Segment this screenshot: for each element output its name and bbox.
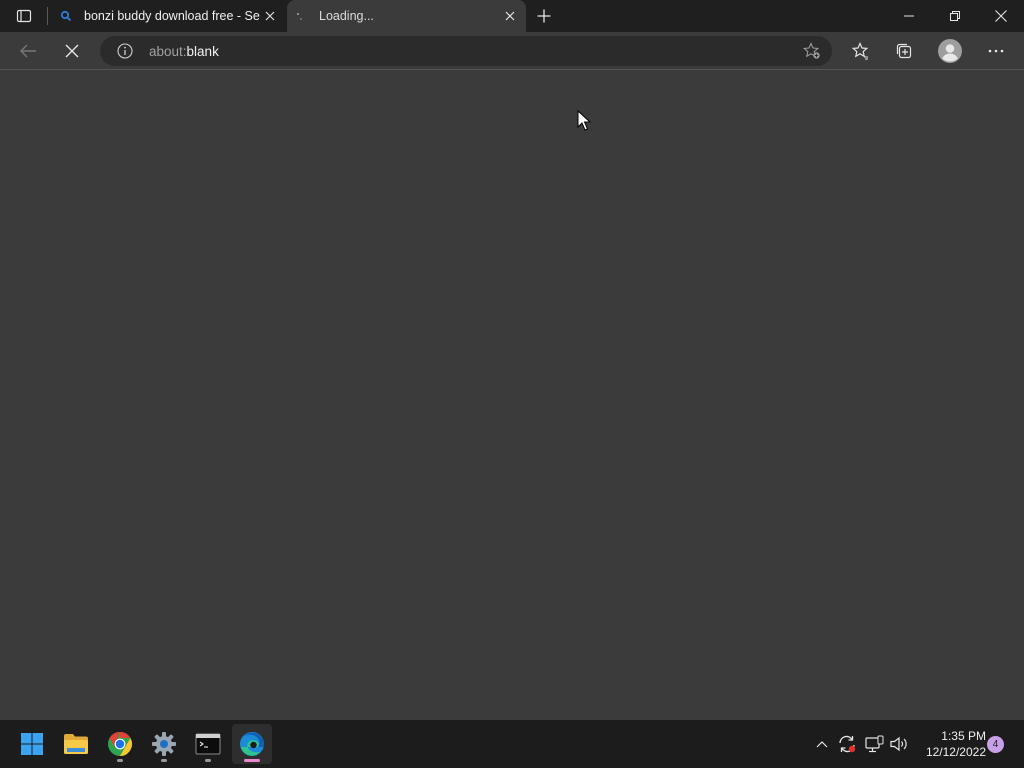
tab-label: bonzi buddy download free - Search xyxy=(84,9,260,23)
close-tab-icon[interactable] xyxy=(260,6,280,26)
chrome-button[interactable] xyxy=(100,724,140,764)
site-info-icon[interactable] xyxy=(116,42,134,60)
network-icon xyxy=(865,735,884,753)
sync-icon xyxy=(839,735,856,753)
edge-button[interactable] xyxy=(232,724,272,764)
close-icon xyxy=(995,10,1007,22)
clock-time: 1:35 PM xyxy=(941,729,986,743)
notification-count-badge[interactable]: 4 xyxy=(987,736,1004,753)
minimize-icon xyxy=(904,15,914,17)
restore-button[interactable] xyxy=(932,0,978,32)
minimize-button[interactable] xyxy=(886,0,932,32)
file-explorer-icon xyxy=(64,734,88,754)
clock-date: 12/12/2022 xyxy=(925,745,986,759)
sync-status-button[interactable] xyxy=(836,732,858,756)
running-indicator xyxy=(205,759,211,762)
running-indicator xyxy=(117,759,123,762)
new-tab-button[interactable] xyxy=(532,4,556,28)
terminal-button[interactable] xyxy=(188,724,228,764)
add-favorite-icon[interactable] xyxy=(802,41,822,61)
chevron-up-icon xyxy=(816,741,828,748)
more-dots-icon xyxy=(988,49,1004,53)
tab-actions-button[interactable] xyxy=(8,4,40,28)
close-window-button[interactable] xyxy=(978,0,1024,32)
terminal-icon xyxy=(195,733,221,755)
back-button[interactable] xyxy=(12,35,44,67)
start-icon xyxy=(21,733,43,755)
stop-icon xyxy=(65,44,79,58)
active-app-indicator xyxy=(244,759,260,762)
settings-button[interactable] xyxy=(144,724,184,764)
title-bar: bonzi buddy download free - Search Loadi… xyxy=(0,0,1024,32)
tab-actions-icon xyxy=(16,9,32,23)
page-content[interactable] xyxy=(0,71,1024,720)
profile-button[interactable] xyxy=(934,35,966,67)
url-path: blank xyxy=(186,44,219,59)
network-button[interactable] xyxy=(863,732,885,756)
tab-divider xyxy=(47,7,48,25)
chrome-icon xyxy=(108,732,133,756)
collections-icon xyxy=(896,43,912,59)
taskbar: 1:35 PM 12/12/2022 xyxy=(0,720,1024,768)
mouse-cursor-icon xyxy=(577,110,591,131)
collections-button[interactable] xyxy=(888,35,920,67)
volume-button[interactable] xyxy=(888,732,910,756)
tab-search[interactable]: bonzi buddy download free - Search xyxy=(52,0,286,32)
address-text[interactable]: about:blank xyxy=(149,44,219,59)
close-tab-icon[interactable] xyxy=(500,6,520,26)
loading-spinner-icon xyxy=(293,8,309,24)
file-explorer-button[interactable] xyxy=(56,724,96,764)
tab-loading[interactable]: Loading... xyxy=(287,0,526,32)
plus-icon xyxy=(537,9,551,23)
search-icon xyxy=(58,8,74,24)
address-bar[interactable]: about:blank xyxy=(100,36,832,66)
edge-icon xyxy=(240,732,264,756)
stop-loading-button[interactable] xyxy=(56,35,88,67)
clock[interactable]: 1:35 PM 12/12/2022 xyxy=(916,728,986,760)
start-button[interactable] xyxy=(12,724,52,764)
browser-toolbar: about:blank xyxy=(0,32,1024,70)
show-hidden-icons-button[interactable] xyxy=(811,732,833,756)
settings-more-button[interactable] xyxy=(980,35,1012,67)
running-indicator xyxy=(161,759,167,762)
avatar-icon xyxy=(938,39,962,63)
favorites-star-icon xyxy=(851,42,869,60)
url-scheme: about: xyxy=(149,44,187,59)
volume-icon xyxy=(890,736,907,752)
tab-label: Loading... xyxy=(319,9,374,23)
favorites-button[interactable] xyxy=(844,35,876,67)
restore-icon xyxy=(950,11,960,21)
back-arrow-icon xyxy=(20,44,36,58)
settings-gear-icon xyxy=(152,732,176,756)
